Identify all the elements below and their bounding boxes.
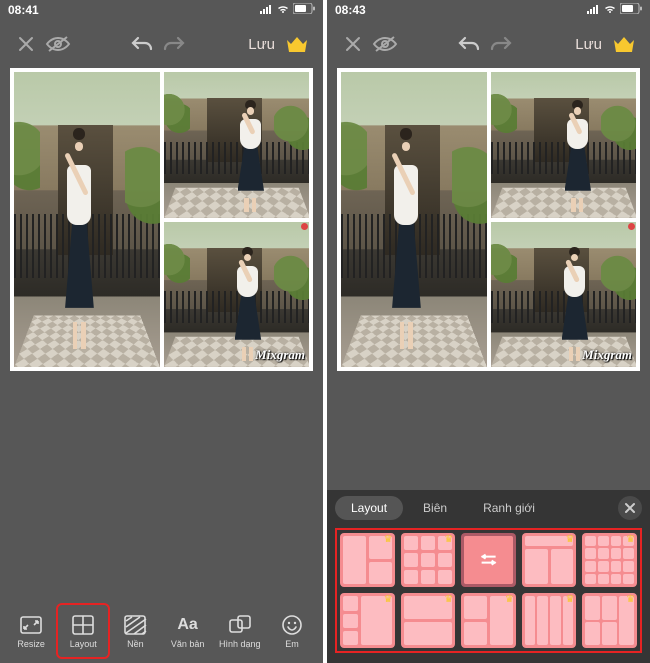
close-button[interactable]: [12, 30, 40, 58]
layout-tab-2[interactable]: Ranh giới: [467, 496, 551, 520]
layout-options-grid: ♛ ♛ ♛ ♛ ♛ ♛ ♛ ♛ ♛: [340, 533, 637, 648]
signal-icon: [259, 3, 273, 17]
layout-option-4[interactable]: ♛: [582, 533, 637, 588]
clock: 08:43: [335, 3, 366, 17]
top-toolbar: Lưu: [0, 20, 323, 68]
tool-resize[interactable]: Resize: [6, 605, 56, 657]
close-button[interactable]: [339, 30, 367, 58]
tool-label: Resize: [17, 639, 45, 649]
premium-badge-icon: ♛: [444, 594, 453, 605]
layout-option-9[interactable]: ♛: [582, 593, 637, 648]
redo-button[interactable]: [487, 30, 515, 58]
phone-left: 08:41 Lưu: [0, 0, 323, 663]
premium-crown-icon[interactable]: [610, 30, 638, 58]
premium-badge-icon: ♛: [565, 534, 574, 545]
premium-badge-icon: ♛: [626, 534, 635, 545]
watermark: Mixgram: [582, 347, 632, 363]
top-toolbar: Lưu: [327, 20, 650, 68]
text-icon: Aa: [176, 614, 200, 636]
save-button[interactable]: Lưu: [244, 36, 279, 53]
tool-label: Hình dạng: [219, 639, 261, 649]
visibility-toggle[interactable]: [371, 30, 399, 58]
watermark-remove-icon[interactable]: [301, 223, 308, 230]
collage-canvas[interactable]: Mixgram: [10, 68, 313, 371]
premium-crown-icon[interactable]: [283, 30, 311, 58]
tool-layout[interactable]: Layout: [58, 605, 108, 657]
premium-badge-icon: ♛: [444, 534, 453, 545]
battery-icon: [293, 3, 315, 17]
watermark: Mixgram: [255, 347, 305, 363]
tool-label: Văn bản: [171, 639, 205, 649]
tool-emoji[interactable]: Em: [267, 605, 317, 657]
emoji-icon: [280, 614, 304, 636]
layout-panel: LayoutBiênRanh giới ♛ ♛ ♛ ♛ ♛ ♛ ♛ ♛ ♛: [327, 490, 650, 663]
layout-option-3[interactable]: ♛: [522, 533, 577, 588]
premium-badge-icon: ♛: [505, 594, 514, 605]
bottom-toolbar: Resize Layout Nền Aa Văn bản Hình dạng Em: [0, 599, 323, 663]
shape-icon: [228, 614, 252, 636]
layout-tab-1[interactable]: Biên: [407, 496, 463, 520]
layout-option-1[interactable]: ♛: [401, 533, 456, 588]
background-icon: [123, 614, 147, 636]
collage-cell-2[interactable]: [164, 72, 310, 218]
layout-option-7[interactable]: ♛: [461, 593, 516, 648]
layout-option-2[interactable]: [461, 533, 516, 588]
status-bar: 08:43: [327, 0, 650, 20]
status-indicators: [259, 3, 315, 17]
wifi-icon: [603, 3, 617, 17]
collage-cell-1[interactable]: [341, 72, 487, 367]
collage-cell-2[interactable]: [491, 72, 637, 218]
collage-canvas[interactable]: Mixgram: [337, 68, 640, 371]
premium-badge-icon: ♛: [626, 594, 635, 605]
wifi-icon: [276, 3, 290, 17]
resize-icon: [19, 614, 43, 636]
layout-option-5[interactable]: ♛: [340, 593, 395, 648]
watermark-remove-icon[interactable]: [628, 223, 635, 230]
collage-cell-3[interactable]: Mixgram: [164, 222, 310, 368]
collage-cell-3[interactable]: Mixgram: [491, 222, 637, 368]
tool-label: Layout: [70, 639, 97, 649]
layout-option-0[interactable]: ♛: [340, 533, 395, 588]
selected-indicator-icon: [472, 544, 505, 577]
premium-badge-icon: ♛: [384, 534, 393, 545]
phone-right: 08:43 Lưu: [327, 0, 650, 663]
layout-option-6[interactable]: ♛: [401, 593, 456, 648]
redo-button[interactable]: [160, 30, 188, 58]
visibility-toggle[interactable]: [44, 30, 72, 58]
layout-options-highlight: ♛ ♛ ♛ ♛ ♛ ♛ ♛ ♛ ♛: [335, 528, 642, 653]
premium-badge-icon: ♛: [565, 594, 574, 605]
status-bar: 08:41: [0, 0, 323, 20]
layout-tab-0[interactable]: Layout: [335, 496, 403, 520]
save-button[interactable]: Lưu: [571, 36, 606, 53]
clock: 08:41: [8, 3, 39, 17]
premium-badge-icon: ♛: [384, 594, 393, 605]
status-indicators: [586, 3, 642, 17]
tool-text[interactable]: Aa Văn bản: [163, 605, 213, 657]
tool-background[interactable]: Nền: [110, 605, 160, 657]
layout-icon: [71, 614, 95, 636]
tool-shape[interactable]: Hình dạng: [215, 605, 265, 657]
layout-option-8[interactable]: ♛: [522, 593, 577, 648]
battery-icon: [620, 3, 642, 17]
undo-button[interactable]: [128, 30, 156, 58]
undo-button[interactable]: [455, 30, 483, 58]
tool-label: Nền: [127, 639, 144, 649]
layout-panel-tabs: LayoutBiênRanh giới: [335, 496, 642, 520]
tool-label: Em: [285, 639, 299, 649]
signal-icon: [586, 3, 600, 17]
collage-cell-1[interactable]: [14, 72, 160, 367]
panel-close-button[interactable]: [618, 496, 642, 520]
